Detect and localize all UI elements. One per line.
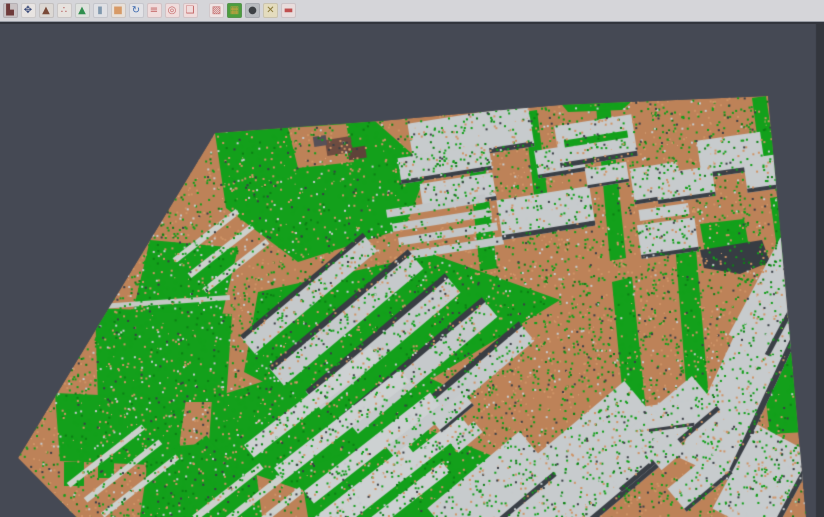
camera-icon[interactable]: ●	[245, 3, 260, 18]
update-globe-icon[interactable]: ↻	[129, 3, 144, 18]
edit-region-icon[interactable]: ▨	[209, 3, 224, 18]
dem-icon[interactable]: ▲	[75, 3, 90, 18]
classification-colors-icon[interactable]: ▦	[227, 3, 242, 18]
application-window: ▙✥▲∴▲▮■↻≡◎❑▨▦●✕▬	[0, 0, 824, 517]
orthophoto-icon[interactable]: ■	[111, 3, 126, 18]
point-cloud-3d-viewport[interactable]	[0, 0, 824, 517]
column-view-icon[interactable]: ▮	[93, 3, 108, 18]
region-brackets-icon[interactable]: ❑	[183, 3, 198, 18]
target-circle-icon[interactable]: ◎	[165, 3, 180, 18]
list-rows-icon[interactable]: ≡	[147, 3, 162, 18]
toolbar-icon-group: ▙✥▲∴▲▮■↻≡◎❑▨▦●✕▬	[0, 0, 298, 21]
delete-tool-icon[interactable]: ▬	[281, 3, 296, 18]
open-project-icon[interactable]: ▙	[3, 3, 18, 18]
toolbar: ▙✥▲∴▲▮■↻≡◎❑▨▦●✕▬	[0, 0, 824, 22]
ruler-cross-icon[interactable]: ✕	[263, 3, 278, 18]
point-cloud-icon[interactable]: ∴	[57, 3, 72, 18]
terrain-mound-icon[interactable]: ▲	[39, 3, 54, 18]
navigation-icon[interactable]: ✥	[21, 3, 36, 18]
